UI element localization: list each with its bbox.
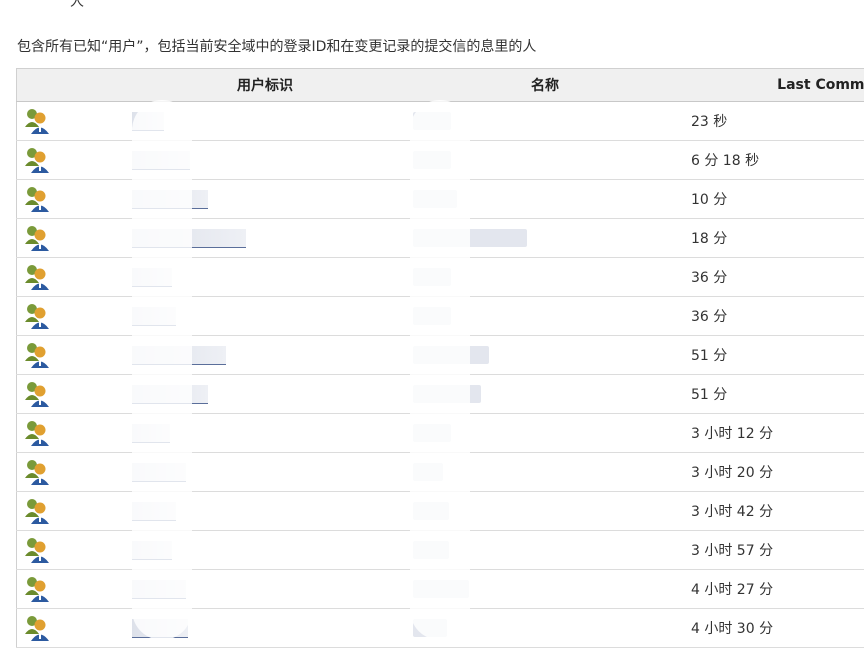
redaction-overlay <box>132 100 192 640</box>
user-icon <box>23 263 117 291</box>
last-commit-cell: 3 小时 57 分 <box>677 531 864 570</box>
last-commit-cell: 3 小时 12 分 <box>677 414 864 453</box>
last-commit-cell: 3 小时 20 分 <box>677 453 864 492</box>
header-fragment: 人 <box>70 0 84 11</box>
user-icon <box>23 302 117 330</box>
header-last-commit[interactable]: Last Commit <box>677 69 864 102</box>
page-description: 包含所有已知“用户”，包括当前安全域中的登录ID和在变更记录的提交信的息里的人 <box>17 36 536 56</box>
user-icon <box>23 497 117 525</box>
user-icon <box>23 146 117 174</box>
last-commit-cell: 36 分 <box>677 297 864 336</box>
last-commit-cell: 23 秒 <box>677 102 864 141</box>
table-header-row: 用户标识 名称 Last Commit <box>17 69 864 102</box>
user-icon <box>23 614 117 642</box>
row-icon-cell <box>17 180 118 219</box>
user-icon <box>23 185 117 213</box>
last-commit-cell: 10 分 <box>677 180 864 219</box>
row-icon-cell <box>17 570 118 609</box>
user-icon <box>23 536 117 564</box>
user-icon <box>23 419 117 447</box>
header-logo-icon <box>18 0 68 10</box>
user-icon <box>23 224 117 252</box>
last-commit-cell: 51 分 <box>677 336 864 375</box>
row-icon-cell <box>17 531 118 570</box>
last-commit-cell: 3 小时 42 分 <box>677 492 864 531</box>
row-icon-cell <box>17 414 118 453</box>
user-icon <box>23 380 117 408</box>
user-icon <box>23 341 117 369</box>
header-name[interactable]: 名称 <box>413 69 677 102</box>
row-icon-cell <box>17 492 118 531</box>
last-commit-cell: 6 分 18 秒 <box>677 141 864 180</box>
row-icon-cell <box>17 141 118 180</box>
row-icon-cell <box>17 375 118 414</box>
last-commit-cell: 4 小时 30 分 <box>677 609 864 648</box>
header-user-id[interactable]: 用户标识 <box>117 69 413 102</box>
user-icon <box>23 575 117 603</box>
header-icon-column <box>17 69 118 102</box>
last-commit-cell: 18 分 <box>677 219 864 258</box>
row-icon-cell <box>17 102 118 141</box>
row-icon-cell <box>17 297 118 336</box>
row-icon-cell <box>17 609 118 648</box>
redaction-overlay <box>410 100 470 640</box>
last-commit-cell: 4 小时 27 分 <box>677 570 864 609</box>
last-commit-cell: 51 分 <box>677 375 864 414</box>
row-icon-cell <box>17 336 118 375</box>
row-icon-cell <box>17 453 118 492</box>
user-icon <box>23 107 117 135</box>
row-icon-cell <box>17 258 118 297</box>
user-icon <box>23 458 117 486</box>
last-commit-cell: 36 分 <box>677 258 864 297</box>
row-icon-cell <box>17 219 118 258</box>
